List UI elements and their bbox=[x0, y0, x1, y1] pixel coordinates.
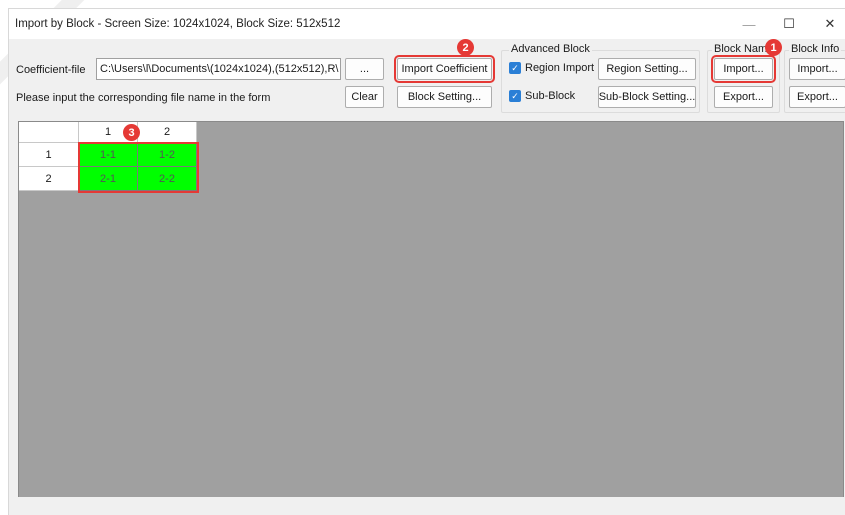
callout-badge-3: 3 bbox=[123, 124, 140, 141]
block-info-export-button[interactable]: Export... bbox=[789, 86, 845, 108]
column-header-2[interactable]: 2 bbox=[138, 122, 197, 143]
maximize-icon[interactable]: ☐ bbox=[774, 12, 804, 36]
grid-corner-cell bbox=[19, 122, 79, 143]
block-setting-button[interactable]: Block Setting... bbox=[397, 86, 492, 108]
region-setting-button[interactable]: Region Setting... bbox=[598, 58, 696, 80]
block-name-import-button[interactable]: Import... bbox=[711, 55, 776, 83]
table-cell[interactable]: 1-1 bbox=[79, 143, 138, 167]
sub-block-checkbox[interactable]: ✓ Sub-Block bbox=[509, 90, 575, 102]
minimize-icon[interactable]: — bbox=[734, 12, 764, 36]
coefficient-file-input[interactable]: C:\Users\l\Documents\(1024x1024),(512x51… bbox=[96, 58, 341, 80]
advanced-block-title: Advanced Block bbox=[509, 43, 592, 55]
import-coefficient-button[interactable]: Import Coefficient bbox=[394, 55, 495, 83]
sub-block-setting-button[interactable]: Sub-Block Setting... bbox=[598, 86, 696, 108]
close-icon[interactable]: ✕ bbox=[815, 12, 845, 36]
checkmark-icon: ✓ bbox=[509, 90, 521, 102]
table-cell[interactable]: 2-2 bbox=[138, 167, 197, 191]
browse-button[interactable]: ... bbox=[345, 58, 384, 80]
callout-badge-1: 1 bbox=[765, 39, 782, 56]
coefficient-file-label: Coefficient-file bbox=[16, 64, 86, 76]
block-info-import-button[interactable]: Import... bbox=[789, 58, 845, 80]
region-import-label: Region Import bbox=[525, 62, 595, 74]
callout-badge-2: 2 bbox=[457, 39, 474, 56]
status-strip bbox=[9, 497, 845, 515]
hint-text: Please input the corresponding file name… bbox=[16, 92, 271, 104]
region-import-checkbox[interactable]: ✓ Region Import bbox=[509, 62, 594, 74]
block-name-title: Block Nam bbox=[712, 43, 770, 55]
block-name-export-button[interactable]: Export... bbox=[714, 86, 773, 108]
dialog-window: Import by Block - Screen Size: 1024x1024… bbox=[8, 8, 845, 515]
block-grid[interactable]: 1 2 1 1-1 1-2 2 2-1 2-2 3 bbox=[18, 121, 844, 505]
title-bar: Import by Block - Screen Size: 1024x1024… bbox=[9, 9, 845, 39]
table-cell[interactable]: 1-2 bbox=[138, 143, 197, 167]
clear-button[interactable]: Clear bbox=[345, 86, 384, 108]
table-cell[interactable]: 2-1 bbox=[79, 167, 138, 191]
block-info-title: Block Info bbox=[789, 43, 842, 55]
window-title: Import by Block - Screen Size: 1024x1024… bbox=[15, 18, 341, 30]
row-header-1[interactable]: 1 bbox=[19, 143, 79, 167]
sub-block-label: Sub-Block bbox=[525, 90, 576, 102]
checkmark-icon: ✓ bbox=[509, 62, 521, 74]
row-header-2[interactable]: 2 bbox=[19, 167, 79, 191]
